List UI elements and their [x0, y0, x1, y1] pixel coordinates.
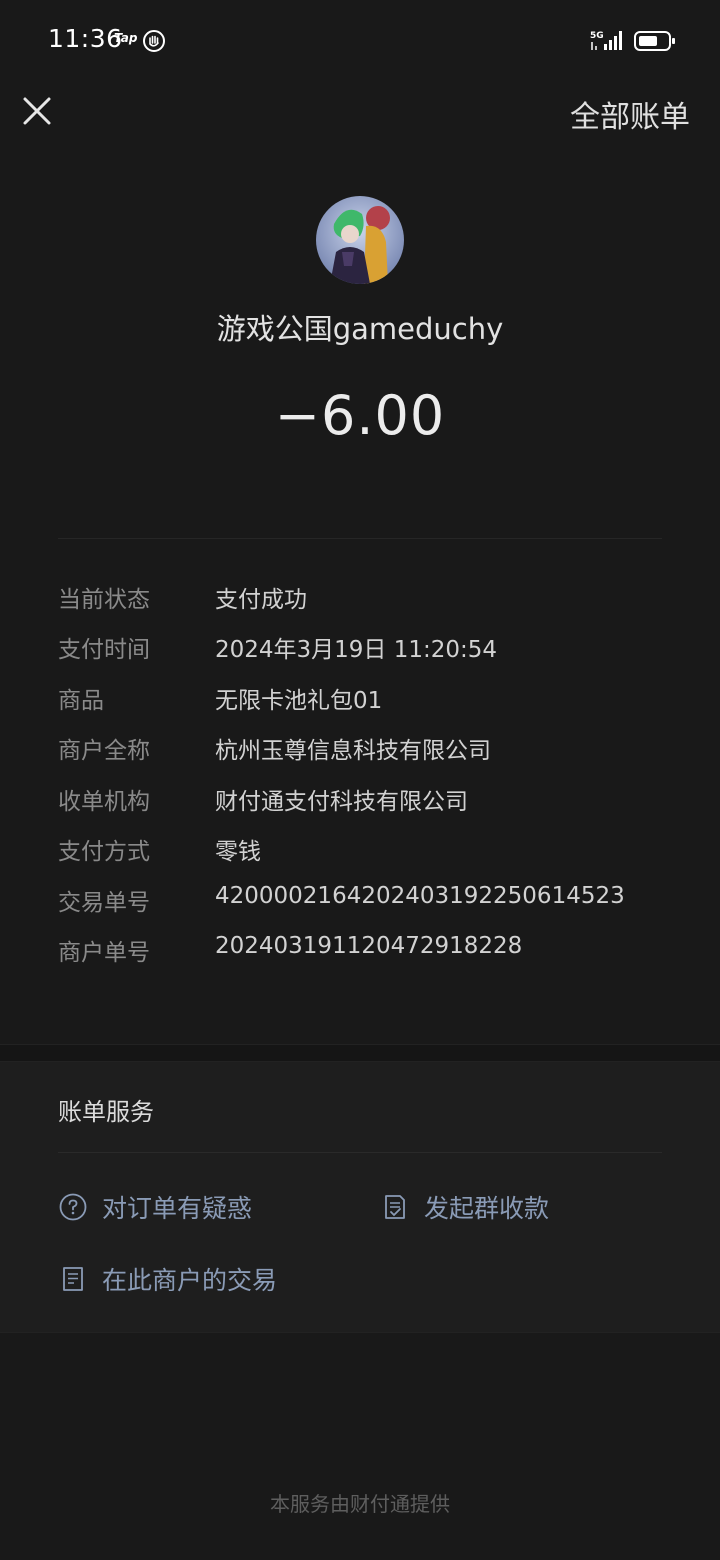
detail-label: 支付时间 — [58, 637, 150, 663]
merchant-name: 游戏公国gameduchy — [216, 312, 504, 346]
detail-label: 交易单号 — [58, 890, 150, 916]
detail-value: 无限卡池礼包01 — [215, 688, 383, 714]
detail-row-product: 商品 无限卡池礼包01 — [0, 681, 720, 721]
service-label: 发起群收款 — [424, 1194, 550, 1223]
group-collection-button[interactable]: 发起群收款 — [380, 1186, 660, 1226]
detail-label: 商户全称 — [58, 738, 150, 764]
detail-value: 支付成功 — [215, 587, 307, 613]
all-bills-link[interactable]: 全部账单 — [570, 92, 690, 136]
signal-icon: 5G — [590, 31, 622, 50]
detail-row-payment-time: 支付时间 2024年3月19日 11:20:54 — [0, 630, 720, 670]
detail-row-payment-method: 支付方式 零钱 — [0, 832, 720, 872]
document-list-icon — [63, 1267, 83, 1291]
detail-value: 杭州玉尊信息科技有限公司 — [215, 738, 491, 764]
detail-label: 支付方式 — [58, 839, 150, 865]
question-circle-icon — [59, 1193, 87, 1221]
hand-icon — [143, 30, 165, 52]
divider — [58, 538, 662, 539]
detail-value: 2024年3月19日 11:20:54 — [215, 637, 498, 663]
detail-value[interactable]: 20240319112047291822​8 — [215, 933, 522, 959]
detail-label: 收单机构 — [58, 789, 150, 815]
detail-value[interactable]: 4200002164202403192250614523 — [215, 883, 625, 909]
service-label: 对订单有疑惑 — [102, 1194, 253, 1223]
footer-provider-note: 本服务由财付通提供 — [270, 1492, 450, 1516]
status-time: 11:36 — [48, 24, 123, 53]
status-bar: 11:36 Tap 5G — [0, 0, 720, 80]
bottom-area — [0, 1332, 720, 1560]
merchant-transactions-button[interactable]: 在此商户的交易 — [58, 1258, 358, 1298]
detail-row-acquirer: 收单机构 财付通支付科技有限公司 — [0, 782, 720, 822]
service-label: 在此商户的交易 — [102, 1266, 278, 1295]
detail-label: 商户单号 — [58, 940, 150, 966]
battery-icon — [634, 31, 675, 51]
detail-row-merchant-order-id: 商户单号 20240319112047291822​8 — [0, 933, 720, 973]
detail-row-merchant-full-name: 商户全称 杭州玉尊信息科技有限公司 — [0, 731, 720, 771]
bill-services-section: 账单服务 对订单有疑惑 发起群收款 在此商户的交易 — [0, 1062, 720, 1332]
section-separator — [0, 1044, 720, 1062]
merchant-avatar — [316, 196, 404, 284]
detail-value: 零钱 — [215, 839, 261, 865]
payment-amount: −6.00 — [274, 384, 446, 447]
detail-row-transaction-id: 交易单号 4200002164202403192250614523 — [0, 883, 720, 923]
services-title: 账单服务 — [58, 1098, 154, 1126]
divider — [58, 1152, 662, 1153]
detail-label: 当前状态 — [58, 587, 150, 613]
detail-label: 商品 — [58, 688, 104, 714]
detail-value: 财付通支付科技有限公司 — [215, 789, 468, 815]
bill-detail-page: 11:36 Tap 5G 全部账单 游戏公国gameduchy −6.00 当前… — [0, 0, 720, 1560]
document-check-icon — [385, 1195, 405, 1219]
close-icon[interactable] — [20, 94, 54, 128]
detail-row-status: 当前状态 支付成功 — [0, 580, 720, 620]
tap-indicator: Tap — [114, 31, 138, 45]
svg-text:5G: 5G — [590, 31, 604, 41]
order-question-button[interactable]: 对订单有疑惑 — [58, 1186, 318, 1226]
